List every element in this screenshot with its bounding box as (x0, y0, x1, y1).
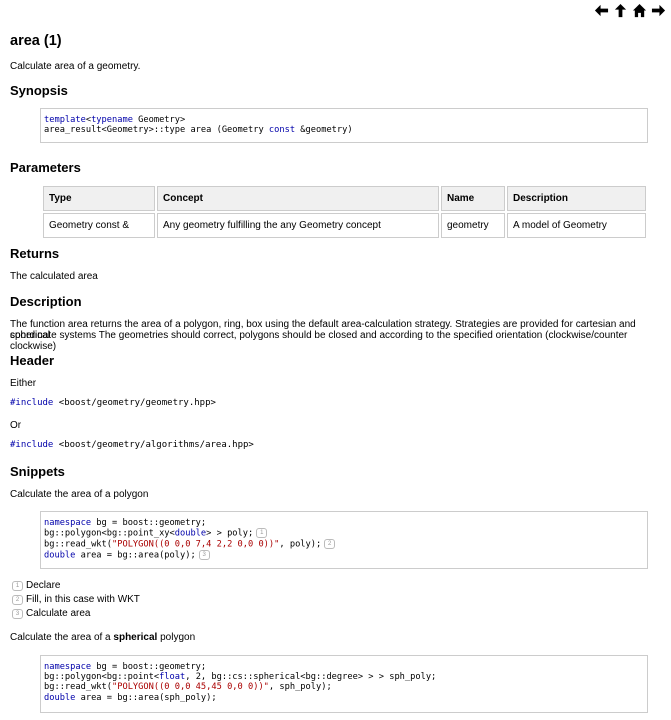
intro-emphasis: spherical (113, 632, 158, 643)
include-keyword: #include (10, 398, 54, 408)
code-text: bg = boost::geometry; (91, 662, 207, 672)
code-keyword: float (159, 672, 186, 683)
table-row: Geometry const & Any geometry fulfilling… (43, 213, 646, 238)
synopsis-heading: Synopsis (10, 83, 68, 98)
cell-type: Geometry const & (43, 213, 155, 238)
callout-label: Declare (26, 580, 61, 591)
callout-badge[interactable]: 2 (12, 594, 23, 605)
include-path: <boost/geometry/algorithms/area.hpp> (53, 440, 254, 450)
snippet-code-block-1: namespace bg = boost::geometry; bg::poly… (40, 511, 648, 569)
page-title: area (1) (10, 33, 62, 49)
code-keyword: const (268, 125, 296, 136)
include-path: <boost/geometry/geometry.hpp> (53, 398, 216, 408)
code-text: bg::read_wkt( (44, 682, 112, 693)
code-text: , 2, bg::cs::spherical<bg::degree> > > s… (185, 672, 437, 683)
code-text: area_result<Geometry>::type area (Geomet… (44, 125, 269, 136)
header-either: Either (10, 378, 37, 389)
table-header-row: Type Concept Name Description (43, 186, 646, 211)
callout-label: Calculate area (26, 608, 91, 619)
code-keyword: double (174, 528, 207, 539)
navigation-bar (594, 3, 666, 18)
intro-text: polygon (157, 632, 196, 643)
callout-marker-1[interactable]: 1 (256, 528, 268, 539)
code-keyword: namespace (44, 662, 92, 672)
snippet-intro-2: Calculate the area of a spherical polygo… (10, 632, 195, 643)
callout-label: Fill, in this case with WKT (26, 594, 140, 605)
returns-text: The calculated area (10, 271, 98, 282)
code-keyword: double (44, 550, 76, 561)
returns-heading: Returns (10, 246, 60, 261)
callout-marker-2[interactable]: 2 (324, 538, 336, 549)
callout-item-3: 3 Calculate area (10, 608, 90, 619)
header-heading: Header (10, 353, 55, 368)
code-string: "POLYGON((0 0,0 45,45 0,0 0))" (112, 682, 269, 693)
arrow-up-icon[interactable] (613, 3, 628, 18)
code-text: bg::polygon<bg::point< (44, 672, 160, 683)
code-keyword: template (44, 115, 86, 125)
parameters-heading: Parameters (10, 160, 81, 175)
callout-marker-3[interactable]: 3 (198, 549, 210, 560)
cell-description: A model of Geometry (507, 213, 646, 238)
snippets-heading: Snippets (10, 464, 65, 479)
code-keyword: typename (91, 115, 133, 125)
column-header-type: Type (43, 186, 155, 211)
callout-item-1: 1 Declare (10, 580, 60, 591)
snippet-code-block-2: namespace bg = boost::geometry; bg::poly… (40, 655, 648, 713)
include-line-2: #include <boost/geometry/algorithms/area… (10, 440, 254, 450)
column-header-concept: Concept (157, 186, 439, 211)
intro-text: Calculate the area of a (10, 632, 114, 643)
code-text: area = bg::area(sph_poly); (75, 692, 217, 703)
description-line-2: coordinate systems The geometries should… (10, 330, 628, 352)
code-text: bg = boost::geometry; (91, 518, 207, 528)
parameters-table: Type Concept Name Description Geometry c… (41, 184, 648, 240)
code-text: > > poly; (206, 528, 254, 539)
column-header-name: Name (441, 186, 505, 211)
code-keyword: double (44, 692, 76, 703)
code-text: area = bg::area(poly); (75, 550, 196, 561)
callout-badge[interactable]: 1 (12, 580, 23, 591)
home-icon[interactable] (632, 3, 647, 18)
code-string: "POLYGON((0 0,0 7,4 2,2 0,0 0))" (112, 539, 280, 550)
code-text: Geometry> (132, 115, 186, 125)
arrow-left-icon[interactable] (594, 3, 609, 18)
summary-text: Calculate area of a geometry. (10, 61, 141, 72)
code-text: &geometry) (295, 125, 353, 136)
include-keyword: #include (10, 440, 54, 450)
callout-badge[interactable]: 3 (12, 608, 23, 619)
header-or: Or (10, 420, 22, 431)
snippet-intro-1: Calculate the area of a polygon (10, 489, 149, 500)
include-line-1: #include <boost/geometry/geometry.hpp> (10, 398, 216, 408)
code-text: , sph_poly); (268, 682, 332, 693)
cell-concept: Any geometry fulfilling the any Geometry… (157, 213, 439, 238)
code-text: , poly); (279, 539, 322, 550)
code-text: bg::read_wkt( (44, 539, 112, 550)
code-text: bg::polygon<bg::point_xy< (44, 528, 175, 539)
column-header-description: Description (507, 186, 646, 211)
cell-name: geometry (441, 213, 505, 238)
synopsis-code-block: template<typename Geometry> area_result<… (40, 108, 648, 143)
description-heading: Description (10, 294, 82, 309)
code-keyword: namespace (44, 518, 92, 528)
callout-item-2: 2 Fill, in this case with WKT (10, 594, 140, 605)
arrow-right-icon[interactable] (651, 3, 666, 18)
